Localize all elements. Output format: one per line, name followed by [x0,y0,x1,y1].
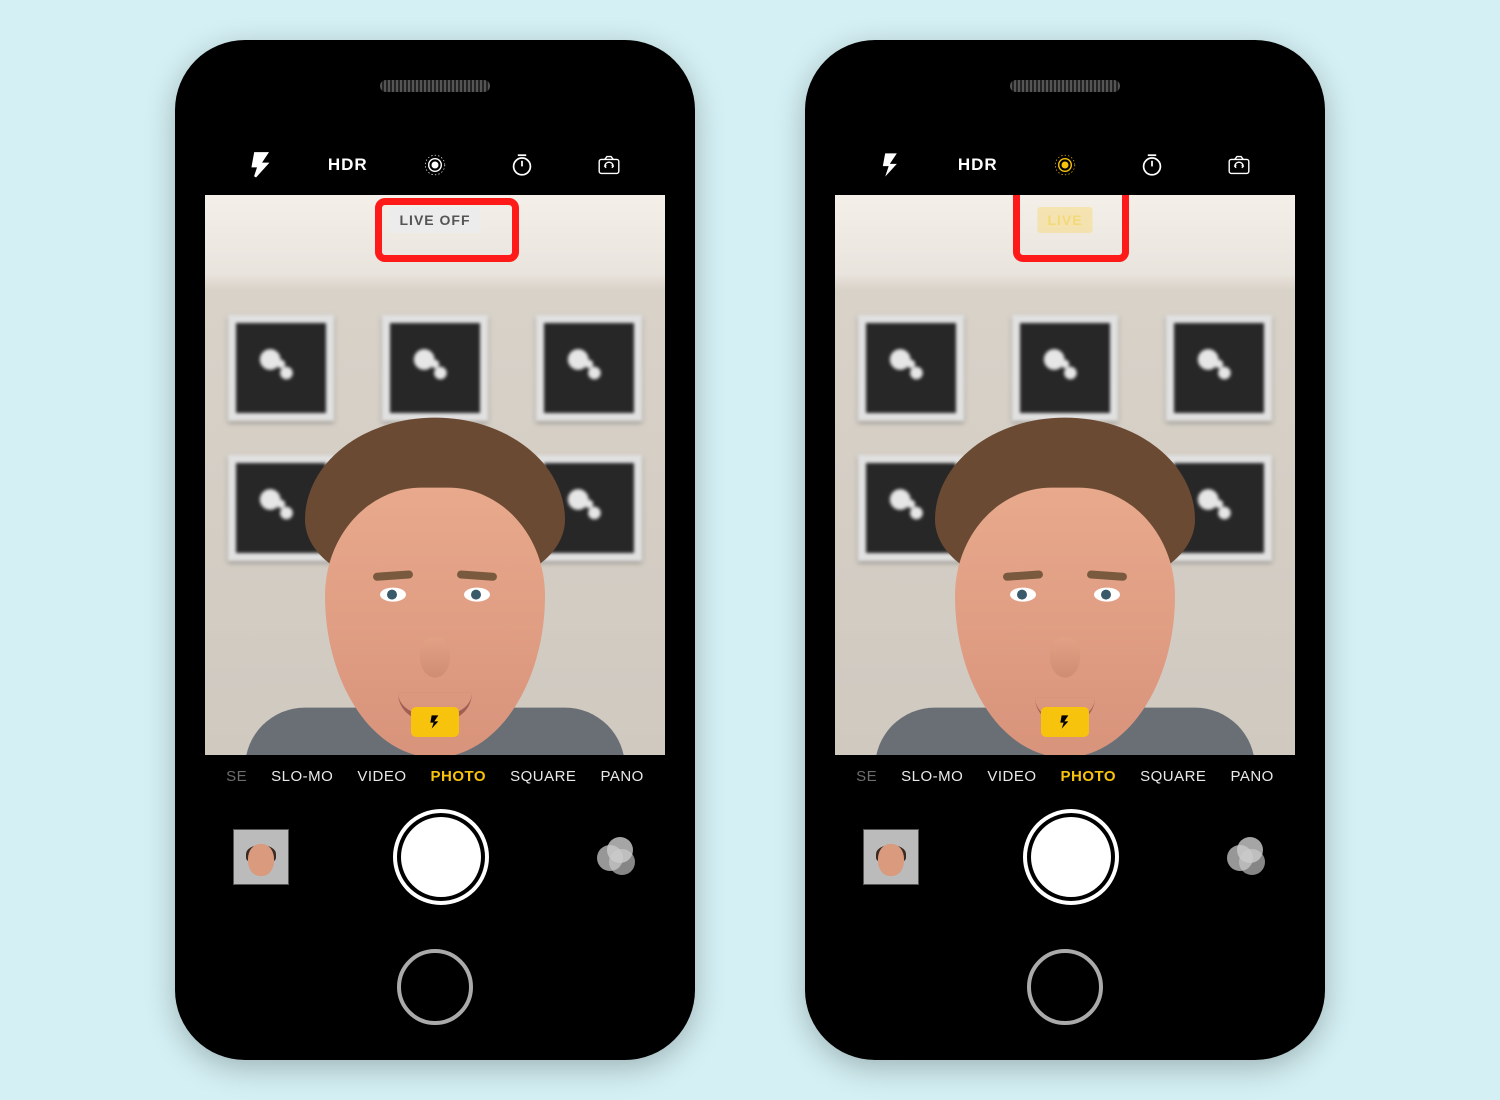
camera-top-toolbar: HDR [205,135,665,195]
mode-item[interactable]: VIDEO [357,768,406,785]
live-photo-icon[interactable] [1050,150,1080,180]
flash-icon[interactable] [246,150,276,180]
camera-viewfinder[interactable]: LIVE OFF [205,195,665,755]
timer-icon[interactable] [507,150,537,180]
mode-item[interactable]: SLO-MO [901,768,963,785]
last-photo-thumbnail[interactable] [233,829,289,885]
camera-viewfinder[interactable]: LIVE [835,195,1295,755]
subject-face [905,418,1225,755]
hdr-button[interactable]: HDR [328,155,368,175]
mode-item[interactable]: VIDEO [987,768,1036,785]
switch-camera-icon[interactable] [1224,150,1254,180]
filters-button[interactable] [593,835,637,879]
timer-icon[interactable] [1137,150,1167,180]
mode-item[interactable]: PANO [600,768,643,785]
iphone-right: HDR [805,40,1325,1060]
camera-mode-carousel[interactable]: SE SLO-MO VIDEO PHOTO SQUARE PANO [835,755,1295,797]
mode-item-active[interactable]: PHOTO [431,768,487,785]
camera-app-screen: HDR [835,135,1295,940]
live-photo-icon[interactable] [420,150,450,180]
hdr-button[interactable]: HDR [958,155,998,175]
mode-item[interactable]: SE [226,768,247,785]
iphone-left: HDR [175,40,695,1060]
home-button[interactable] [397,949,473,1025]
subject-face [275,418,595,755]
flash-indicator-chip[interactable] [1041,707,1089,737]
mode-item-active[interactable]: PHOTO [1061,768,1117,785]
camera-bottom-controls [835,797,1295,917]
live-status-pill: LIVE [1037,207,1092,233]
filters-button[interactable] [1223,835,1267,879]
flash-indicator-chip[interactable] [411,707,459,737]
mode-item[interactable]: SQUARE [510,768,576,785]
shutter-button[interactable] [401,817,481,897]
camera-app-screen: HDR [205,135,665,940]
shutter-button[interactable] [1031,817,1111,897]
last-photo-thumbnail[interactable] [863,829,919,885]
mode-item[interactable]: SE [856,768,877,785]
flash-icon[interactable] [876,150,906,180]
home-button[interactable] [1027,949,1103,1025]
phone-speaker [380,80,490,92]
camera-top-toolbar: HDR [835,135,1295,195]
live-status-pill: LIVE OFF [390,207,481,233]
mode-item[interactable]: SLO-MO [271,768,333,785]
phone-speaker [1010,80,1120,92]
mode-item[interactable]: SQUARE [1140,768,1206,785]
mode-item[interactable]: PANO [1230,768,1273,785]
camera-bottom-controls [205,797,665,917]
camera-mode-carousel[interactable]: SE SLO-MO VIDEO PHOTO SQUARE PANO [205,755,665,797]
switch-camera-icon[interactable] [594,150,624,180]
